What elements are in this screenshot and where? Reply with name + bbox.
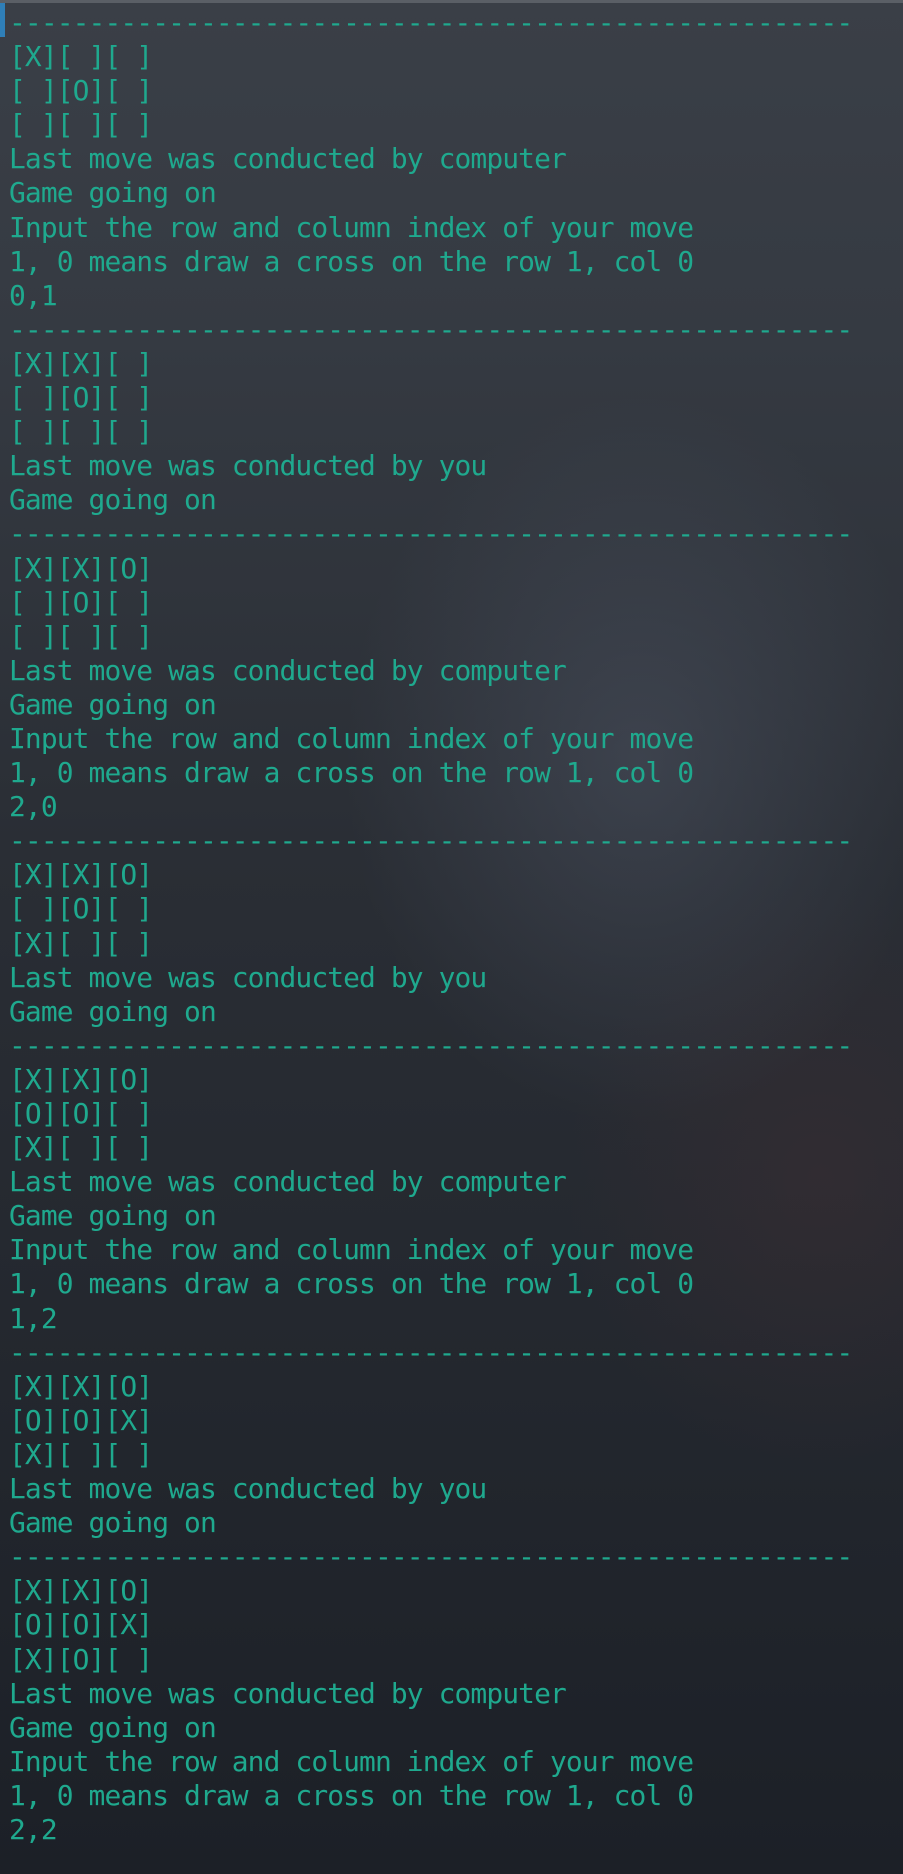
terminal-window[interactable]: ----------------------------------------… (0, 0, 903, 1874)
game-status: Game going on (9, 176, 217, 210)
user-input-line: 2,0 (9, 790, 58, 824)
input-prompt: Input the row and column index of your m… (9, 210, 694, 244)
input-hint: 1, 0 means draw a cross on the row 1, co… (9, 1778, 694, 1812)
separator-line: ----------------------------------------… (9, 824, 853, 858)
board-row: [ ][O][ ] (9, 381, 153, 415)
board-row: [X][O][ ] (9, 1642, 153, 1676)
board-row: [X][ ][ ] (9, 1437, 153, 1471)
board-row: [ ][ ][ ] (9, 108, 153, 142)
board-row: [X][X][O] (9, 1062, 153, 1096)
input-hint: 1, 0 means draw a cross on the row 1, co… (9, 756, 694, 790)
separator-line: ----------------------------------------… (9, 312, 853, 346)
input-hint: 1, 0 means draw a cross on the row 1, co… (9, 244, 694, 278)
user-input-line: 0,1 (9, 278, 58, 312)
board-row: [X][X][O] (9, 1574, 153, 1608)
board-row: [ ][ ][ ] (9, 415, 153, 449)
last-move-status: Last move was conducted by computer (9, 1676, 567, 1710)
separator-line: ----------------------------------------… (9, 1028, 853, 1062)
game-status: Game going on (9, 1506, 217, 1540)
separator-line: ----------------------------------------… (9, 1335, 853, 1369)
user-input-line: 2,2 (9, 1812, 58, 1846)
last-move-status: Last move was conducted by you (9, 449, 487, 483)
terminal-output: ----------------------------------------… (9, 6, 899, 1847)
text-cursor (0, 3, 5, 37)
board-row: [X][X][O] (9, 1369, 153, 1403)
board-row: [X][ ][ ] (9, 1131, 153, 1165)
game-status: Game going on (9, 994, 217, 1028)
input-prompt: Input the row and column index of your m… (9, 1233, 694, 1267)
board-row: [X][ ][ ] (9, 926, 153, 960)
board-row: [X][ ][ ] (9, 40, 153, 74)
last-move-status: Last move was conducted by you (9, 1472, 487, 1506)
board-row: [X][X][O] (9, 551, 153, 585)
separator-line: ----------------------------------------… (9, 1540, 853, 1574)
input-prompt: Input the row and column index of your m… (9, 1744, 694, 1778)
board-row: [ ][O][ ] (9, 585, 153, 619)
game-status: Game going on (9, 483, 217, 517)
board-row: [ ][O][ ] (9, 892, 153, 926)
last-move-status: Last move was conducted by you (9, 960, 487, 994)
last-move-status: Last move was conducted by computer (9, 1165, 567, 1199)
board-row: [X][X][O] (9, 858, 153, 892)
board-row: [ ][ ][ ] (9, 619, 153, 653)
input-hint: 1, 0 means draw a cross on the row 1, co… (9, 1267, 694, 1301)
board-row: [X][X][ ] (9, 346, 153, 380)
input-prompt: Input the row and column index of your m… (9, 721, 694, 755)
board-row: [O][O][X] (9, 1608, 153, 1642)
board-row: [ ][O][ ] (9, 74, 153, 108)
board-row: [O][O][X] (9, 1403, 153, 1437)
separator-line: ----------------------------------------… (9, 517, 853, 551)
game-status: Game going on (9, 1710, 217, 1744)
separator-line: ----------------------------------------… (9, 6, 853, 39)
last-move-status: Last move was conducted by computer (9, 653, 567, 687)
game-status: Game going on (9, 687, 217, 721)
game-status: Game going on (9, 1199, 217, 1233)
window-top-border (0, 0, 903, 3)
user-input-line: 1,2 (9, 1301, 58, 1335)
last-move-status: Last move was conducted by computer (9, 142, 567, 176)
board-row: [O][O][ ] (9, 1097, 153, 1130)
